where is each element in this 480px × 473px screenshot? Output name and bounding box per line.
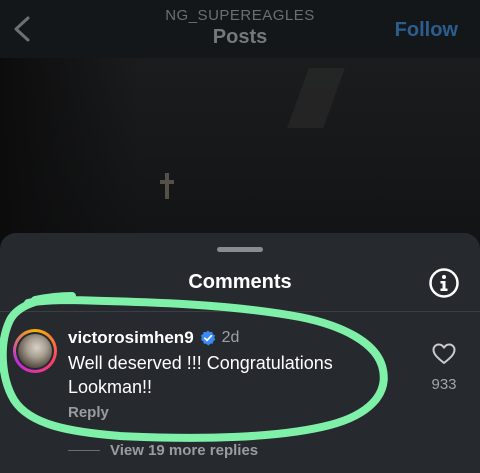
avatar-image bbox=[18, 334, 52, 368]
comment-text: Well deserved !!! Congratulations Lookma… bbox=[68, 353, 333, 397]
view-replies-button[interactable]: View 19 more replies bbox=[68, 442, 258, 459]
image-shadow bbox=[0, 58, 140, 248]
info-icon[interactable] bbox=[428, 267, 460, 299]
top-nav-bar: NG_SUPEREAGLES Posts Follow bbox=[0, 0, 480, 58]
comment-header: victorosimhen9 2d bbox=[68, 328, 239, 348]
avatar-ring bbox=[16, 332, 54, 370]
replies-line bbox=[68, 450, 100, 451]
comments-title: Comments bbox=[188, 271, 292, 293]
image-detail bbox=[287, 68, 345, 128]
verified-badge-icon bbox=[200, 330, 215, 346]
heart-icon[interactable] bbox=[432, 343, 456, 365]
avatar[interactable] bbox=[13, 329, 57, 373]
cross-pendant bbox=[160, 173, 174, 199]
reply-button[interactable]: Reply bbox=[68, 404, 109, 421]
comment-time: 2d bbox=[221, 329, 240, 346]
post-image bbox=[0, 58, 480, 248]
like-count: 933 bbox=[431, 376, 457, 393]
follow-button[interactable]: Follow bbox=[395, 19, 458, 42]
divider bbox=[0, 311, 480, 312]
drag-handle[interactable] bbox=[217, 247, 263, 252]
comment-username[interactable]: victorosimhen9 bbox=[68, 328, 194, 348]
view-replies-label: View 19 more replies bbox=[110, 442, 259, 459]
comments-sheet: Comments victorosimhen9 2d Well deserved… bbox=[0, 233, 480, 473]
